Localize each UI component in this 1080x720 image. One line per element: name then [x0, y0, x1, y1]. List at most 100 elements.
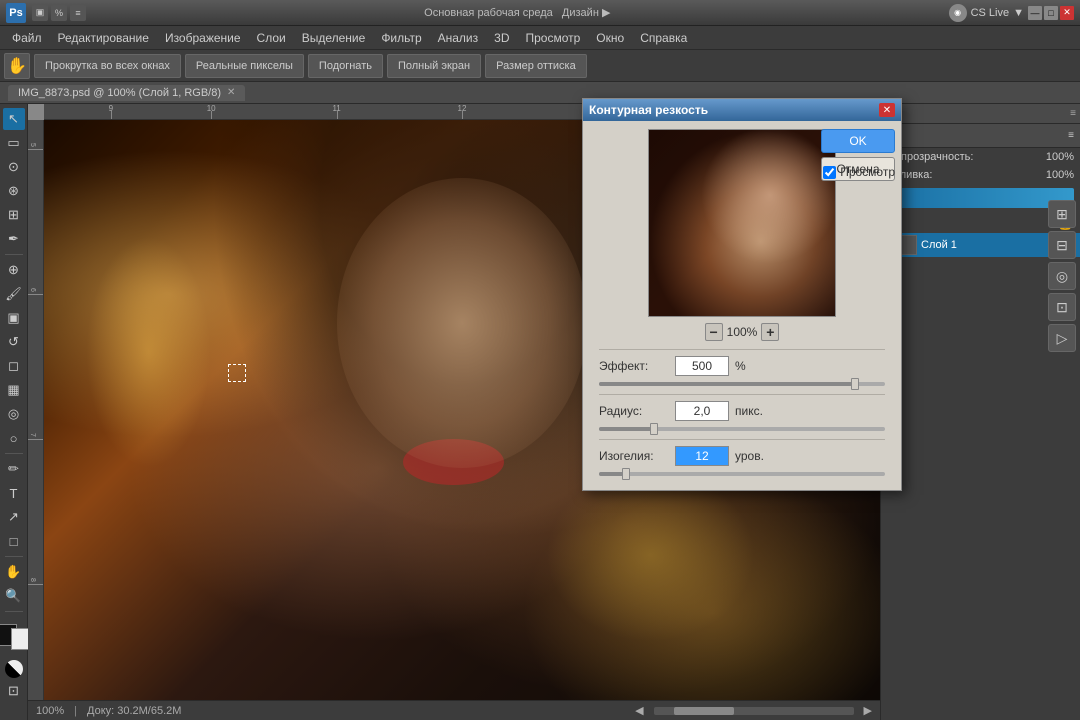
cs-logo: ◉ — [949, 4, 967, 22]
menu-file[interactable]: Файл — [4, 29, 50, 47]
gradient-tool[interactable]: ▦ — [3, 379, 25, 401]
preview-label: Просмотр — [840, 165, 895, 179]
fill-bar — [887, 188, 1074, 208]
effect-field-row: Эффект: % — [591, 352, 893, 380]
ruler-v-num-1: 5 — [29, 143, 36, 147]
menu-select[interactable]: Выделение — [294, 29, 374, 47]
radius-slider-track[interactable] — [599, 427, 885, 431]
effect-input[interactable] — [675, 356, 729, 376]
preview-image-area[interactable] — [648, 129, 836, 317]
document-tab[interactable]: IMG_8873.psd @ 100% (Слой 1, RGB/8) ✕ — [8, 85, 245, 101]
zoom-in-button[interactable]: + — [761, 323, 779, 341]
print-size-btn[interactable]: Размер оттиска — [485, 54, 587, 78]
menu-edit[interactable]: Редактирование — [50, 29, 157, 47]
radius-slider-thumb[interactable] — [650, 423, 658, 435]
layers-panel-header: фо ≡ — [881, 124, 1080, 148]
effect-slider-thumb[interactable] — [851, 378, 859, 390]
menu-3d[interactable]: 3D — [486, 29, 517, 47]
brush-tool[interactable]: 🖌 — [3, 283, 25, 305]
scroll-all-windows-btn[interactable]: Прокрутка во всех окнах — [34, 54, 181, 78]
blur-tool[interactable]: ◎ — [3, 403, 25, 425]
dialog-divider-3 — [599, 439, 885, 440]
status-bar: 100% | Доку: 30.2M/65.2M ◀ ▶ — [28, 700, 880, 720]
main-area: ↖ ▭ ⊙ ⊛ ⊞ ✒ ⊕ 🖌 ▣ ↺ ◻ ▦ ◎ ○ ✏ T ↗ □ ✋ 🔍 … — [0, 104, 1080, 720]
full-screen-btn[interactable]: Полный экран — [387, 54, 481, 78]
menu-view[interactable]: Просмотр — [517, 29, 588, 47]
hand-tool-icon[interactable]: ✋ — [4, 53, 30, 79]
selection-indicator — [228, 364, 246, 382]
crop-tool[interactable]: ⊞ — [3, 204, 25, 226]
path-select-tool[interactable]: ↗ — [3, 506, 25, 528]
radius-field-row: Радиус: пикс. — [591, 397, 893, 425]
jewelry-glow — [546, 468, 755, 642]
eyedropper-tool[interactable]: ✒ — [3, 228, 25, 250]
paths-icon[interactable]: ◎ — [1048, 262, 1076, 290]
dialog-divider-2 — [599, 394, 885, 395]
dialog-close-button[interactable]: ✕ — [879, 103, 895, 117]
menu-bar: Файл Редактирование Изображение Слои Выд… — [0, 26, 1080, 50]
ruler-tick-4 — [462, 111, 463, 119]
stamp-tool[interactable]: ▣ — [3, 307, 25, 329]
menu-analysis[interactable]: Анализ — [430, 29, 487, 47]
panel-menu-btn[interactable]: ≡ — [1068, 130, 1074, 141]
zoom-out-button[interactable]: − — [705, 323, 723, 341]
marquee-tool[interactable]: ▭ — [3, 132, 25, 154]
quick-mask-btn[interactable] — [5, 660, 23, 678]
window-controls[interactable]: — □ ✕ — [1028, 6, 1074, 20]
actual-pixels-btn[interactable]: Реальные пикселы — [185, 54, 304, 78]
panel-collapse-btn[interactable]: ≡ — [1070, 108, 1076, 119]
pen-tool[interactable]: ✏ — [3, 458, 25, 480]
preview-checkbox-row: Просмотр — [823, 165, 895, 179]
unsharp-mask-dialog: Контурная резкость ✕ OK Отмена Просмотр … — [582, 98, 902, 491]
opacity-value: 100% — [1046, 151, 1074, 163]
document-tab-close[interactable]: ✕ — [227, 87, 235, 98]
threshold-slider-track[interactable] — [599, 472, 885, 476]
menu-filter[interactable]: Фильтр — [373, 29, 429, 47]
tool-icon-1: ▣ — [32, 5, 48, 21]
screen-mode-btn[interactable]: ⊡ — [3, 680, 25, 702]
ruler-h-tick-1 — [28, 149, 43, 150]
radius-slider-row — [591, 427, 893, 437]
menu-help[interactable]: Справка — [632, 29, 695, 47]
lips-area — [403, 439, 503, 485]
close-button[interactable]: ✕ — [1060, 6, 1074, 20]
scroll-arrow[interactable]: ◀ — [635, 704, 643, 717]
fit-screen-btn[interactable]: Подогнать — [308, 54, 383, 78]
scroll-arrow-right[interactable]: ▶ — [864, 704, 872, 717]
shape-tool[interactable]: □ — [3, 530, 25, 552]
layers-icon[interactable]: ⊞ — [1048, 200, 1076, 228]
history-icon[interactable]: ⊡ — [1048, 293, 1076, 321]
ruler-tick-1 — [111, 111, 112, 119]
radius-input[interactable] — [675, 401, 729, 421]
eraser-tool[interactable]: ◻ — [3, 355, 25, 377]
hand-tool[interactable]: ✋ — [3, 561, 25, 583]
history-tool[interactable]: ↺ — [3, 331, 25, 353]
lasso-tool[interactable]: ⊙ — [3, 156, 25, 178]
effect-slider-track[interactable] — [599, 382, 885, 386]
move-tool[interactable]: ↖ — [3, 108, 25, 130]
menu-image[interactable]: Изображение — [157, 29, 249, 47]
minimize-button[interactable]: — — [1028, 6, 1042, 20]
ok-button[interactable]: OK — [821, 129, 895, 153]
ruler-vertical: 5 6 7 8 — [28, 120, 44, 700]
menu-window[interactable]: Окно — [588, 29, 632, 47]
tool-divider-1 — [5, 254, 23, 255]
type-tool[interactable]: T — [3, 482, 25, 504]
threshold-slider-thumb[interactable] — [622, 468, 630, 480]
ruler-tick-3 — [337, 111, 338, 119]
actions-icon[interactable]: ▷ — [1048, 324, 1076, 352]
channels-icon[interactable]: ⊟ — [1048, 231, 1076, 259]
scroll-bar[interactable] — [654, 707, 854, 715]
quick-select-tool[interactable]: ⊛ — [3, 180, 25, 202]
maximize-button[interactable]: □ — [1044, 6, 1058, 20]
tool-icon-2: % — [51, 5, 67, 21]
spot-heal-tool[interactable]: ⊕ — [3, 259, 25, 281]
menu-layers[interactable]: Слои — [249, 29, 294, 47]
threshold-field-row: Изогелия: уров. — [591, 442, 893, 470]
preview-checkbox[interactable] — [823, 166, 836, 179]
zoom-tool[interactable]: 🔍 — [3, 585, 25, 607]
radius-slider-fill — [599, 427, 656, 431]
panel-top-bar: ≡ — [881, 104, 1080, 124]
threshold-input[interactable] — [675, 446, 729, 466]
dodge-tool[interactable]: ○ — [3, 427, 25, 449]
